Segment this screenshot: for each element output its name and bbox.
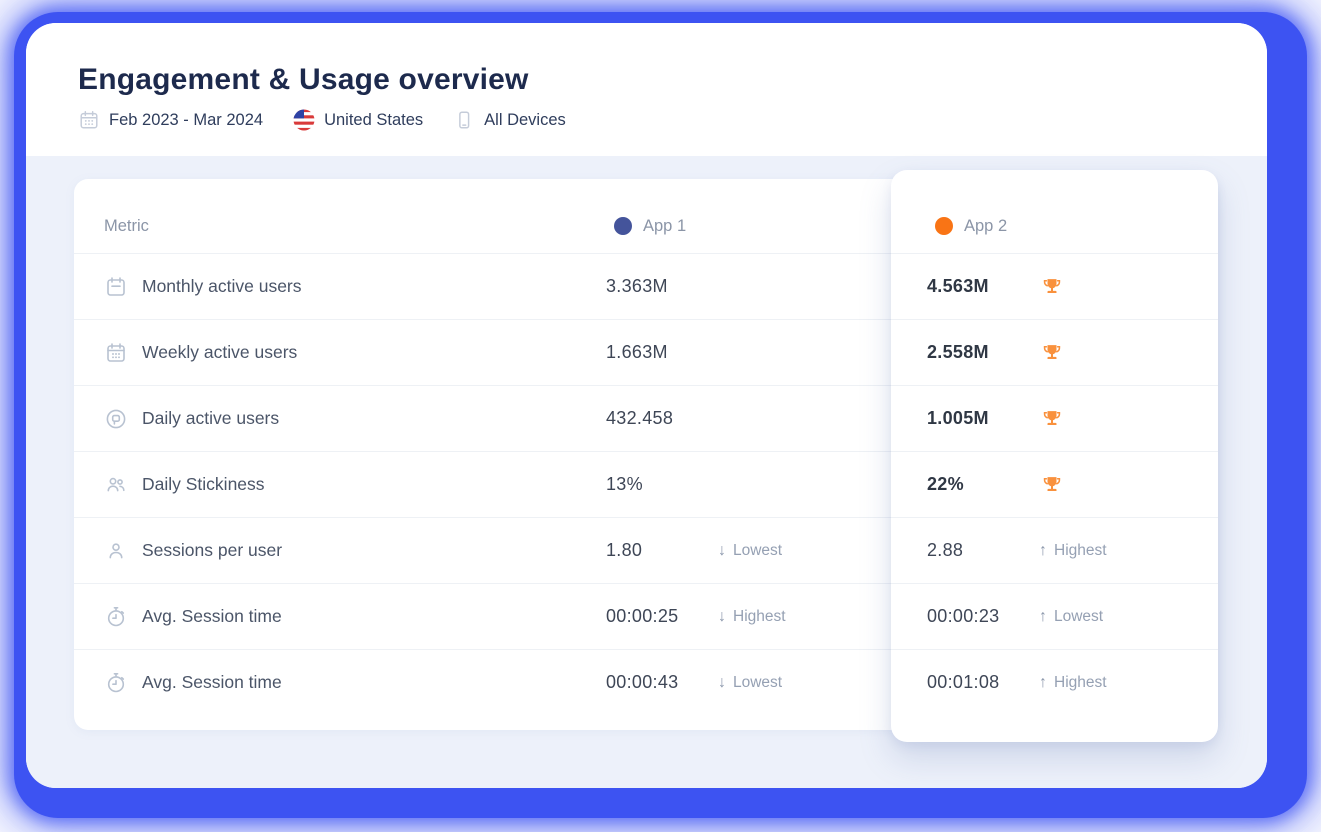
rank-badge: ↓Highest [718, 608, 786, 626]
overview-card: Engagement & Usage overview Feb 2023 - M… [26, 23, 1267, 788]
table-row: Daily active users 432.458 [74, 385, 891, 451]
table-row: Avg. Session time 00:00:43↓Lowest [74, 649, 891, 715]
page-header: Engagement & Usage overview Feb 2023 - M… [26, 23, 1267, 156]
table-header-row: Metric App 1 [74, 179, 891, 253]
metric-label: Avg. Session time [142, 606, 282, 627]
app2-value: 4.563M [927, 276, 1039, 297]
arrow-up-icon: ↑ [1039, 542, 1047, 560]
rank-badge: ↓Lowest [718, 674, 782, 692]
filter-bar: Feb 2023 - Mar 2024 [78, 109, 1215, 131]
app1-value: 1.663M [606, 342, 718, 363]
app1-value: 432.458 [606, 408, 718, 429]
table-row: Sessions per user 1.80↓Lowest [74, 517, 891, 583]
metric-label: Daily Stickiness [142, 474, 265, 495]
app2-value: 22% [927, 474, 1039, 495]
us-flag-icon [293, 109, 315, 131]
app2-value: 1.005M [927, 408, 1039, 429]
app1-column-header: App 1 [606, 217, 891, 236]
table-row: Avg. Session time 00:00:25↓Highest [74, 583, 891, 649]
devices-label: All Devices [484, 111, 566, 130]
app1-dot-icon [614, 217, 632, 235]
rank-badge: ↑Highest [1039, 542, 1107, 560]
app2-dot-icon [935, 217, 953, 235]
trophy-icon [1041, 474, 1063, 496]
app2-table-row: 22% [891, 451, 1218, 517]
app2-table-row: 2.558M [891, 319, 1218, 385]
calendar-month-icon [104, 275, 128, 299]
page-title: Engagement & Usage overview [78, 63, 1215, 97]
app2-value: 2.558M [927, 342, 1039, 363]
app1-value: 1.80 [606, 540, 718, 561]
app2-value: 2.88 [927, 540, 1039, 561]
calendar-week-icon [104, 341, 128, 365]
country-label: United States [324, 111, 423, 130]
calendar-icon [78, 109, 100, 131]
metric-label: Weekly active users [142, 342, 297, 363]
app2-table-row: 1.005M [891, 385, 1218, 451]
trophy-icon [1041, 408, 1063, 430]
table-row: Monthly active users 3.363M [74, 253, 891, 319]
dashboard-body: Metric App 1 Monthly active users 3.363M W… [26, 156, 1267, 788]
arrow-up-icon: ↑ [1039, 674, 1047, 692]
app1-label: App 1 [643, 217, 686, 236]
calendar-day-icon [104, 407, 128, 431]
app2-highlight-card: App 2 4.563M2.558M1.005M22%2.88↑Highest0… [891, 170, 1218, 742]
country-filter[interactable]: United States [293, 109, 423, 131]
date-range-label: Feb 2023 - Mar 2024 [109, 111, 263, 130]
stopwatch-icon [104, 605, 128, 629]
stopwatch-icon [104, 671, 128, 695]
app2-table-row: 00:00:23↑Lowest [891, 583, 1218, 649]
metric-label: Monthly active users [142, 276, 302, 297]
trophy-icon [1041, 342, 1063, 364]
metric-column-header: Metric [74, 217, 606, 236]
arrow-down-icon: ↓ [718, 674, 726, 692]
app2-table-row: 00:01:08↑Highest [891, 649, 1218, 715]
app2-column-header: App 2 [891, 170, 1218, 253]
app1-value: 13% [606, 474, 718, 495]
app1-value: 3.363M [606, 276, 718, 297]
comparison-table: Metric App 1 Monthly active users 3.363M W… [74, 179, 1218, 730]
date-range-filter[interactable]: Feb 2023 - Mar 2024 [78, 109, 263, 131]
metric-label: Avg. Session time [142, 672, 282, 693]
app1-value: 00:00:43 [606, 672, 718, 693]
app2-label: App 2 [964, 217, 1007, 236]
arrow-down-icon: ↓ [718, 608, 726, 626]
rank-badge: ↑Highest [1039, 674, 1107, 692]
table-row: Weekly active users 1.663M [74, 319, 891, 385]
rank-badge: ↓Lowest [718, 542, 782, 560]
arrow-up-icon: ↑ [1039, 608, 1047, 626]
app2-value: 00:01:08 [927, 672, 1039, 693]
app2-table-row: 4.563M [891, 253, 1218, 319]
table-row: Daily Stickiness 13% [74, 451, 891, 517]
devices-filter[interactable]: All Devices [453, 109, 566, 131]
metric-label: Daily active users [142, 408, 279, 429]
app2-table-row: 2.88↑Highest [891, 517, 1218, 583]
metric-label: Sessions per user [142, 540, 282, 561]
rank-badge: ↑Lowest [1039, 608, 1103, 626]
user-icon [104, 539, 128, 563]
users-icon [104, 473, 128, 497]
device-icon [453, 109, 475, 131]
app2-value: 00:00:23 [927, 606, 1039, 627]
trophy-icon [1041, 276, 1063, 298]
arrow-down-icon: ↓ [718, 542, 726, 560]
app1-value: 00:00:25 [606, 606, 718, 627]
